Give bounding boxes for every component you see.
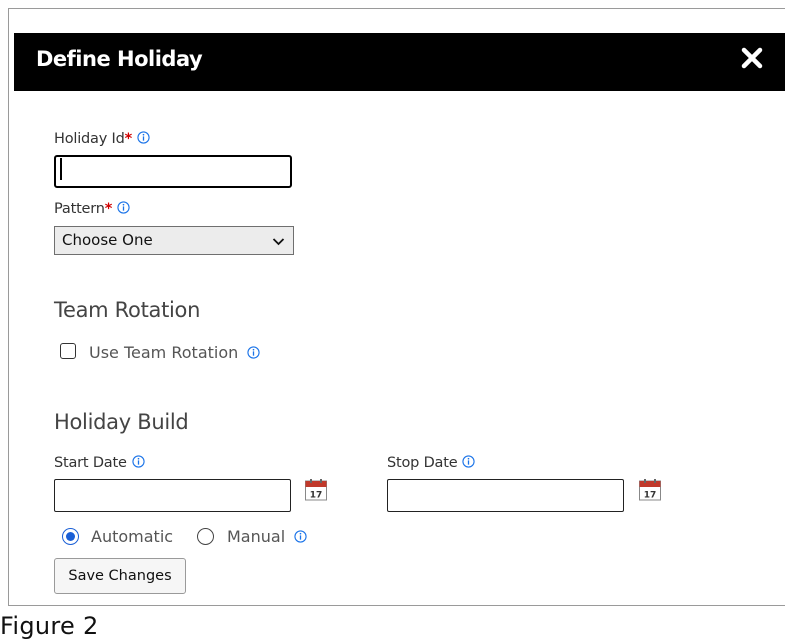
calendar-icon[interactable]: 17	[638, 478, 662, 502]
holiday-build-heading: Holiday Build	[54, 410, 189, 434]
info-icon[interactable]	[132, 455, 145, 468]
manual-label: Manual	[227, 527, 307, 546]
pattern-select[interactable]: Choose One	[54, 226, 294, 255]
manual-radio[interactable]	[197, 528, 214, 545]
info-icon[interactable]	[137, 131, 150, 144]
holiday-id-input[interactable]	[54, 155, 292, 188]
pattern-selected-value: Choose One	[62, 231, 153, 249]
save-changes-button[interactable]: Save Changes	[54, 558, 186, 594]
info-icon[interactable]	[294, 530, 307, 543]
use-team-rotation-label: Use Team Rotation	[89, 343, 260, 362]
use-team-rotation-checkbox[interactable]	[60, 343, 76, 359]
info-icon[interactable]	[247, 346, 260, 359]
info-icon[interactable]	[462, 455, 476, 468]
stop-date-label: Stop Date	[387, 455, 476, 471]
chevron-down-icon	[272, 238, 285, 246]
calendar-day-text: 17	[644, 491, 657, 501]
figure-caption: Figure 2	[0, 612, 99, 640]
holiday-id-label-text: Holiday Id	[54, 131, 125, 147]
dialog-titlebar: Define Holiday	[14, 33, 785, 91]
pattern-label: Pattern*	[54, 201, 130, 217]
text-caret	[60, 158, 62, 180]
calendar-day-text: 17	[310, 491, 323, 501]
close-icon[interactable]	[737, 43, 767, 73]
calendar-icon[interactable]: 17	[304, 478, 328, 502]
required-marker: *	[104, 201, 113, 217]
automatic-radio[interactable]	[62, 528, 79, 545]
dialog-title: Define Holiday	[36, 47, 203, 71]
team-rotation-heading: Team Rotation	[54, 298, 201, 322]
stop-date-label-text: Stop Date	[387, 455, 458, 471]
automatic-label: Automatic	[91, 527, 174, 546]
required-marker: *	[124, 131, 133, 147]
use-team-rotation-label-text: Use Team Rotation	[89, 343, 239, 362]
stop-date-input[interactable]	[387, 479, 624, 512]
start-date-input[interactable]	[54, 479, 291, 512]
manual-label-text: Manual	[227, 527, 286, 546]
pattern-label-text: Pattern	[54, 201, 105, 217]
holiday-id-label: Holiday Id*	[54, 131, 150, 147]
info-icon[interactable]	[117, 201, 130, 214]
start-date-label-text: Start Date	[54, 455, 127, 471]
start-date-label: Start Date	[54, 455, 145, 471]
